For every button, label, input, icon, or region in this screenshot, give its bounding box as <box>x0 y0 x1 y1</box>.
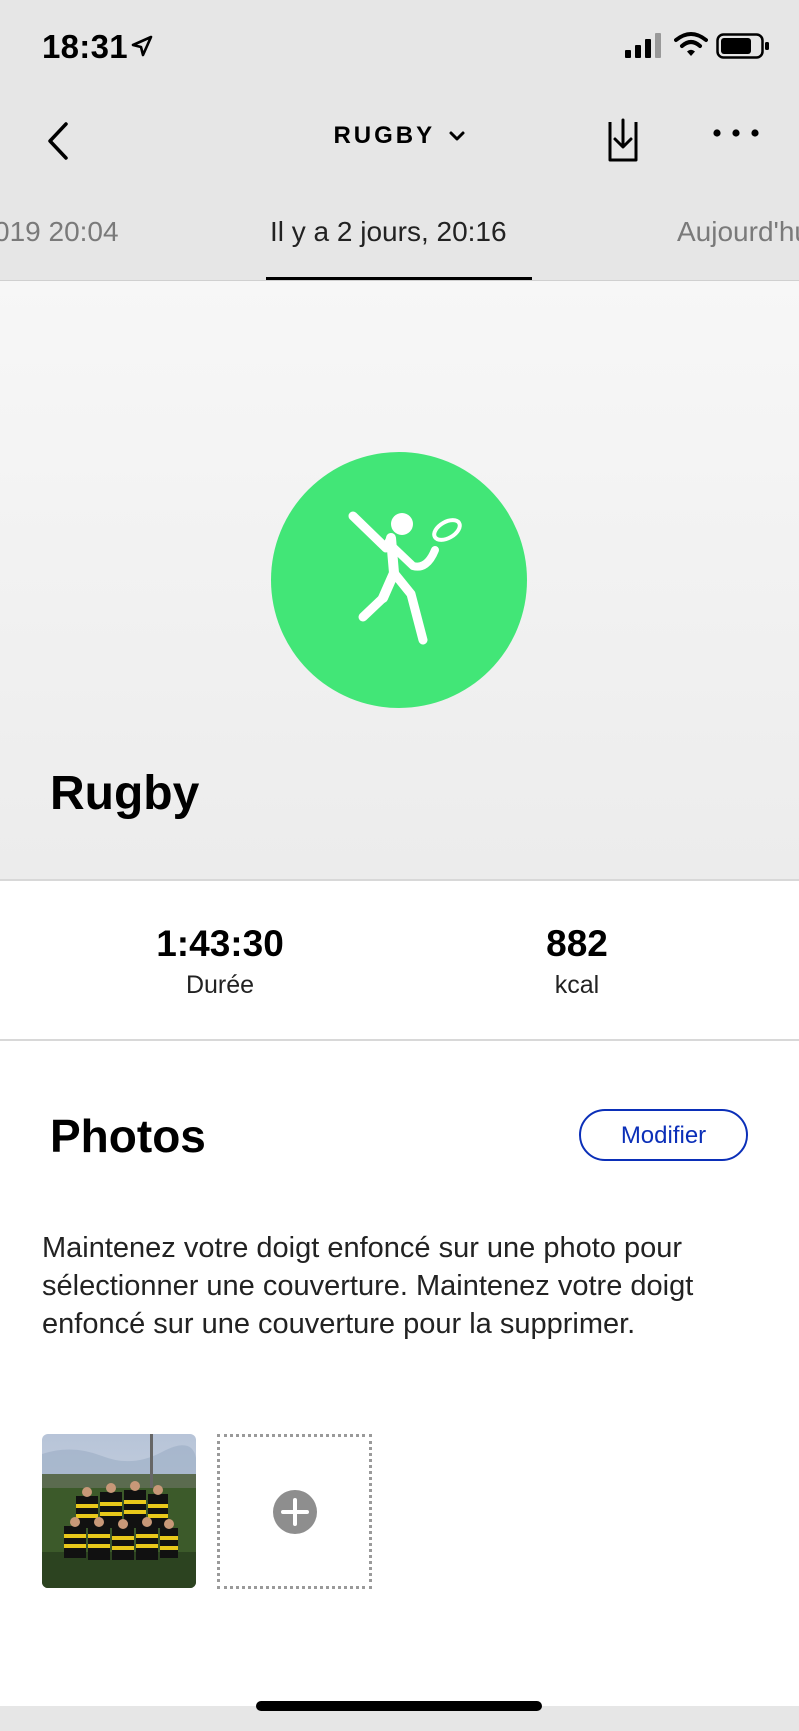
status-time: 18:31 <box>42 28 128 65</box>
kcal-value: 882 <box>546 923 608 964</box>
download-icon[interactable] <box>602 116 642 166</box>
duration-stat: 1:43:30 Durée <box>70 923 370 1000</box>
rugby-player-icon <box>348 511 462 645</box>
nav-title: RUGBY <box>333 122 436 149</box>
activity-hero: Rugby <box>0 281 799 881</box>
duration-value: 1:43:30 <box>156 923 284 964</box>
date-tabs: 019 20:04 Il y a 2 jours, 20:16 Aujourd'… <box>0 186 799 281</box>
kcal-stat: 882 kcal <box>427 923 727 1000</box>
activity-type-selector[interactable]: RUGBY <box>0 122 799 150</box>
activity-name: Rugby <box>50 767 200 820</box>
active-tab-indicator <box>266 277 532 280</box>
duration-label: Durée <box>185 971 255 999</box>
kcal-label: kcal <box>554 971 600 999</box>
photo-thumbnail[interactable] <box>42 1434 196 1588</box>
tab-previous-session[interactable]: 019 20:04 <box>0 216 119 248</box>
chevron-down-icon <box>449 131 465 141</box>
battery-icon <box>716 33 769 59</box>
more-icon[interactable] <box>712 126 760 140</box>
signal-icon <box>625 33 661 58</box>
location-arrow-icon <box>131 35 153 57</box>
nav-bar: RUGBY <box>0 96 799 186</box>
activity-badge <box>271 452 527 708</box>
status-bar: 18:31 <box>0 0 799 96</box>
photos-section: Photos Modifier Maintenez votre doigt en… <box>0 1041 799 1706</box>
modify-button[interactable]: Modifier <box>579 1109 748 1161</box>
home-indicator[interactable] <box>256 1701 542 1711</box>
photos-title: Photos <box>50 1110 206 1162</box>
photos-help-text: Maintenez votre doigt enfoncé sur une ph… <box>42 1232 694 1340</box>
team-photo <box>42 1434 196 1588</box>
wifi-icon <box>674 32 708 56</box>
plus-circle-icon <box>273 1490 317 1534</box>
add-photo-button[interactable] <box>217 1434 372 1589</box>
activity-stats: 1:43:30 Durée 882 kcal <box>0 881 799 1041</box>
tab-next-session[interactable]: Aujourd'hui <box>677 216 799 248</box>
tab-current-session[interactable]: Il y a 2 jours, 20:16 <box>270 216 507 248</box>
